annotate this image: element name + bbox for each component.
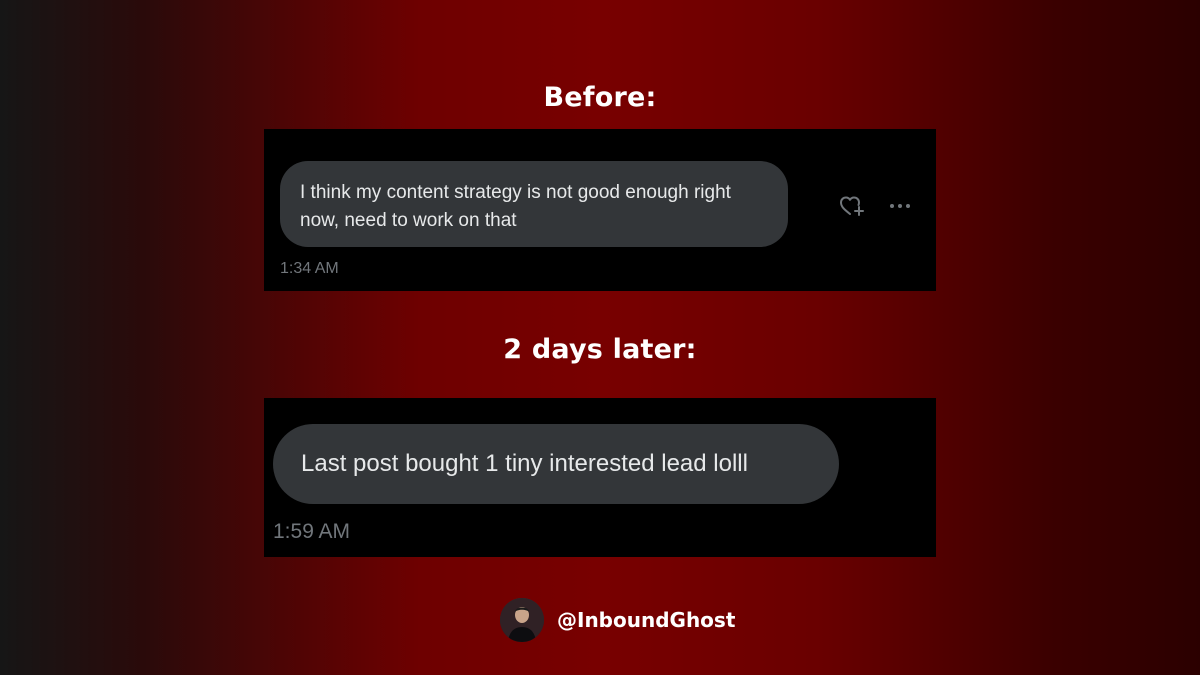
after-dm-panel: Last post bought 1 tiny interested lead …: [264, 398, 936, 557]
after-heading: 2 days later:: [503, 334, 697, 365]
avatar: [500, 598, 544, 642]
message-timestamp: 1:34 AM: [280, 260, 339, 277]
author-footer: @InboundGhost: [500, 597, 735, 643]
message-text: I think my content strategy is not good …: [300, 182, 731, 231]
message-text: Last post bought 1 tiny interested lead …: [301, 450, 748, 477]
message-timestamp: 1:59 AM: [273, 520, 351, 543]
author-handle[interactable]: @InboundGhost: [557, 608, 735, 632]
before-dm-panel: I think my content strategy is not good …: [264, 129, 936, 291]
person-silhouette-icon: [500, 598, 544, 642]
message-bubble[interactable]: Last post bought 1 tiny interested lead …: [273, 424, 839, 504]
before-heading: Before:: [543, 82, 657, 113]
heart-plus-icon[interactable]: [839, 194, 865, 218]
message-bubble[interactable]: I think my content strategy is not good …: [280, 161, 788, 247]
more-horizontal-icon[interactable]: [888, 197, 912, 215]
